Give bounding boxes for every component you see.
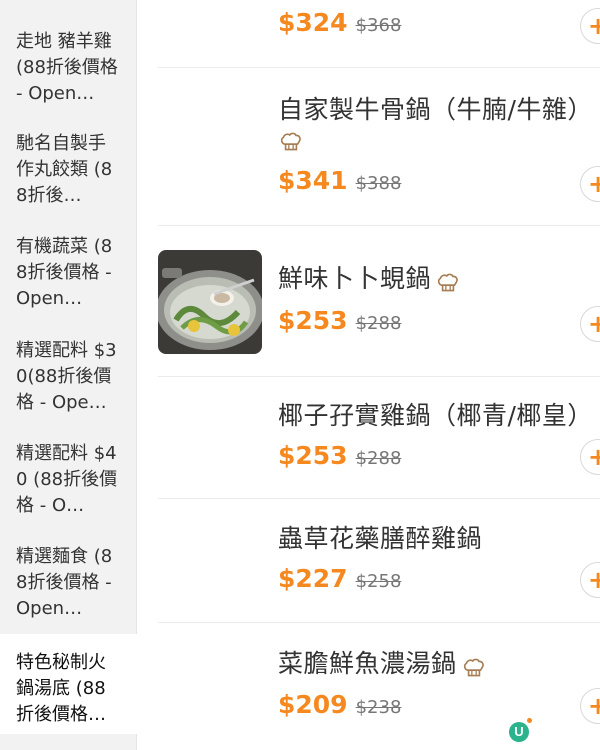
original-price: $288 bbox=[355, 313, 402, 334]
u-logo-badge[interactable]: U bbox=[509, 722, 529, 742]
original-price: $388 bbox=[355, 173, 402, 194]
add-to-cart-button[interactable]: + bbox=[580, 688, 600, 724]
chef-hat-icon bbox=[437, 273, 458, 291]
sidebar-item-hotpot-soup-base[interactable]: 特色秘制火鍋湯底 (88 折後價格… bbox=[0, 634, 137, 734]
name-row: 自家製牛骨鍋（牛腩/牛雜） bbox=[278, 93, 593, 155]
price-row: $253 $288 bbox=[278, 306, 401, 335]
price-row: $227 $258 bbox=[278, 564, 401, 593]
price: $324 bbox=[278, 8, 348, 37]
price: $227 bbox=[278, 564, 348, 593]
price-row: $341 $388 bbox=[278, 166, 401, 195]
plus-icon: + bbox=[588, 12, 600, 40]
sidebar-item-sides-40[interactable]: 精選配料 $40 (88折後價格 - O… bbox=[0, 441, 137, 519]
item-name: 椰子孖實雞鍋（椰青/椰皇） bbox=[278, 401, 593, 430]
menu-list: $324 $368 + 自家製牛骨鍋（牛腩/牛雜） $341 $388 + 鮮味… bbox=[138, 0, 600, 750]
price: $341 bbox=[278, 166, 348, 195]
chef-hat-icon bbox=[280, 132, 301, 151]
price: $209 bbox=[278, 690, 348, 719]
menu-item[interactable]: 自家製牛骨鍋（牛腩/牛雜） $341 $388 + bbox=[158, 68, 600, 226]
add-to-cart-button[interactable]: + bbox=[580, 439, 600, 475]
category-sidebar: 走地 豬羊雞 (88折後價格 - Open… 馳名自製手作丸餃類 (88折後… … bbox=[0, 0, 137, 750]
item-name: 菜膽鮮魚濃湯鍋 bbox=[278, 649, 457, 678]
add-to-cart-button[interactable]: + bbox=[580, 562, 600, 598]
sidebar-item-label: 走地 豬羊雞 (88折後價格 - Open… bbox=[16, 31, 118, 104]
price-row: $253 $288 bbox=[278, 441, 401, 470]
name-row: 椰子孖實雞鍋（椰青/椰皇） bbox=[278, 399, 593, 433]
plus-icon: + bbox=[588, 170, 600, 198]
menu-item[interactable]: $324 $368 + bbox=[158, 0, 600, 68]
original-price: $288 bbox=[355, 448, 402, 469]
sidebar-item-label: 精選配料 $30(88折後價格 - Ope… bbox=[16, 340, 117, 413]
chef-hat-icon bbox=[463, 658, 484, 676]
name-row: 蟲草花藥膳醉雞鍋 bbox=[278, 522, 482, 556]
sidebar-item-label: 精選配料 $40 (88折後價格 - O… bbox=[16, 443, 118, 516]
menu-item[interactable]: 菜膽鮮魚濃湯鍋 $209 $238 + bbox=[158, 623, 600, 750]
plus-icon: + bbox=[588, 566, 600, 594]
menu-item[interactable]: 椰子孖實雞鍋（椰青/椰皇） $253 $288 + bbox=[158, 377, 600, 499]
price: $253 bbox=[278, 306, 348, 335]
sidebar-item-organic-vegetables[interactable]: 有機蔬菜 (88折後價格 - Open… bbox=[0, 234, 137, 312]
add-to-cart-button[interactable]: + bbox=[580, 166, 600, 202]
sidebar-item-meat[interactable]: 走地 豬羊雞 (88折後價格 - Open… bbox=[0, 29, 137, 107]
sidebar-item-label: 有機蔬菜 (88折後價格 - Open… bbox=[16, 236, 113, 309]
plus-icon: + bbox=[588, 443, 600, 471]
add-to-cart-button[interactable]: + bbox=[580, 8, 600, 44]
sidebar-item-label: 特色秘制火鍋湯底 (88 折後價格… bbox=[16, 652, 106, 725]
original-price: $368 bbox=[355, 15, 402, 36]
sidebar-item-noodles[interactable]: 精選麵食 (88折後價格 - Open… bbox=[0, 544, 137, 622]
add-to-cart-button[interactable]: + bbox=[580, 306, 600, 342]
sidebar-item-sides-30[interactable]: 精選配料 $30(88折後價格 - Ope… bbox=[0, 338, 137, 416]
clam-hotpot-image bbox=[158, 250, 262, 354]
plus-icon: + bbox=[588, 692, 600, 720]
item-name: 鮮味卜卜蜆鍋 bbox=[278, 264, 432, 293]
sidebar-item-label: 精選麵食 (88折後價格 - Open… bbox=[16, 546, 113, 619]
menu-item[interactable]: 鮮味卜卜蜆鍋 $253 $288 + bbox=[158, 226, 600, 377]
price: $253 bbox=[278, 441, 348, 470]
plus-icon: + bbox=[588, 310, 600, 338]
sidebar-item-label: 馳名自製手作丸餃類 (88折後… bbox=[16, 133, 113, 206]
name-row: 菜膽鮮魚濃湯鍋 bbox=[278, 647, 487, 681]
original-price: $258 bbox=[355, 571, 402, 592]
original-price: $238 bbox=[355, 697, 402, 718]
badge-dot bbox=[527, 718, 532, 723]
price-row: $209 $238 bbox=[278, 690, 401, 719]
sidebar-item-handmade-balls[interactable]: 馳名自製手作丸餃類 (88折後… bbox=[0, 131, 137, 209]
dish-photo bbox=[158, 250, 262, 354]
name-row: 鮮味卜卜蜆鍋 bbox=[278, 262, 461, 296]
price-row: $324 $368 bbox=[278, 8, 401, 37]
item-name: 蟲草花藥膳醉雞鍋 bbox=[278, 524, 483, 553]
menu-item[interactable]: 蟲草花藥膳醉雞鍋 $227 $258 + bbox=[158, 499, 600, 623]
item-name: 自家製牛骨鍋（牛腩/牛雜） bbox=[278, 95, 593, 124]
